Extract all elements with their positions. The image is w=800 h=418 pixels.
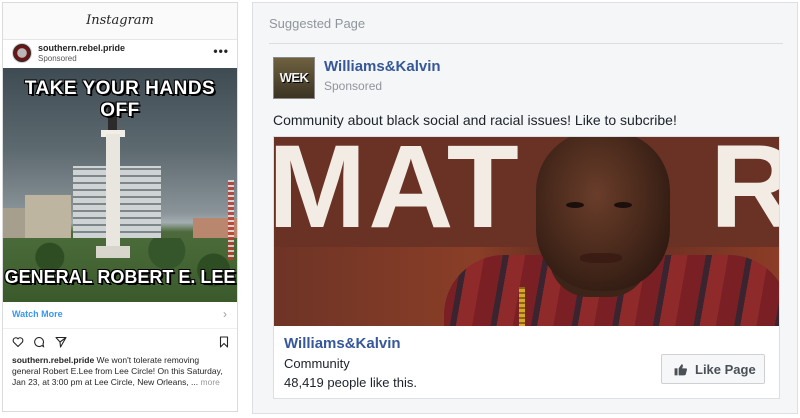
post-image[interactable]: TAKE YOUR HANDS OFF GENERAL ROBERT E. LE… [3, 68, 237, 302]
bookmark-icon[interactable] [218, 336, 230, 348]
like-page-button[interactable]: Like Page [661, 354, 765, 384]
post-caption: southern.rebel.pride We won't tolerate r… [3, 353, 237, 411]
building-shape [25, 195, 71, 239]
like-page-label: Like Page [695, 362, 756, 377]
watch-more-bar[interactable]: Watch More › [3, 302, 237, 329]
monument-base [96, 246, 130, 258]
person-eye [566, 202, 584, 208]
thumbs-up-icon [674, 364, 688, 376]
instagram-header-bar: Instagram [3, 3, 237, 40]
avatar[interactable] [12, 43, 32, 63]
comment-icon[interactable] [33, 336, 45, 348]
post-header: southern.rebel.pride Sponsored ••• [3, 40, 237, 68]
page-name-link[interactable]: Williams&Kalvin [324, 58, 441, 75]
monument-column [106, 134, 120, 252]
sign-letter-right: R [710, 137, 779, 255]
ad-description: Community about black social and racial … [273, 112, 677, 128]
page-cover-photo[interactable]: MAT R [274, 137, 779, 326]
side-watermark [228, 180, 234, 260]
facebook-suggested-page-card: Suggested Page WEK Williams&Kalvin Spons… [252, 2, 798, 414]
share-icon[interactable] [55, 336, 67, 348]
page-preview-box[interactable]: MAT R Williams&Kalvin Community 48,419 p… [273, 136, 780, 399]
watch-more-link[interactable]: Watch More [12, 309, 63, 319]
page-logo[interactable]: WEK [273, 57, 315, 99]
image-caption-top: TAKE YOUR HANDS OFF [24, 78, 216, 121]
sign-letters: MAT [274, 137, 521, 253]
page-category: Community [284, 356, 350, 371]
more-icon[interactable]: ••• [213, 44, 229, 58]
post-actions [3, 329, 237, 353]
chevron-right-icon: › [223, 307, 227, 321]
heart-icon[interactable] [12, 336, 24, 348]
post-username[interactable]: southern.rebel.pride [38, 43, 125, 53]
person-head [536, 137, 670, 291]
person-eye [614, 202, 632, 208]
gold-chain [519, 287, 525, 326]
page-info: Williams&Kalvin Community 48,419 people … [274, 326, 779, 398]
section-title: Suggested Page [269, 16, 366, 31]
person-mouth [580, 253, 622, 263]
page-likes-count: 48,419 people like this. [284, 375, 417, 390]
caption-username[interactable]: southern.rebel.pride [12, 355, 94, 365]
image-caption-bottom: GENERAL ROBERT E. LEE [4, 267, 236, 287]
instagram-ad-card: Instagram southern.rebel.pride Sponsored… [2, 2, 238, 412]
sponsored-label: Sponsored [38, 54, 77, 63]
building-shape [3, 208, 25, 238]
card-page-name-link[interactable]: Williams&Kalvin [284, 335, 401, 352]
sponsored-label: Sponsored [324, 79, 383, 93]
divider [269, 43, 783, 44]
page-logo-text: WEK [279, 70, 309, 85]
instagram-logo: Instagram [86, 13, 154, 28]
more-link[interactable]: more [201, 377, 220, 387]
